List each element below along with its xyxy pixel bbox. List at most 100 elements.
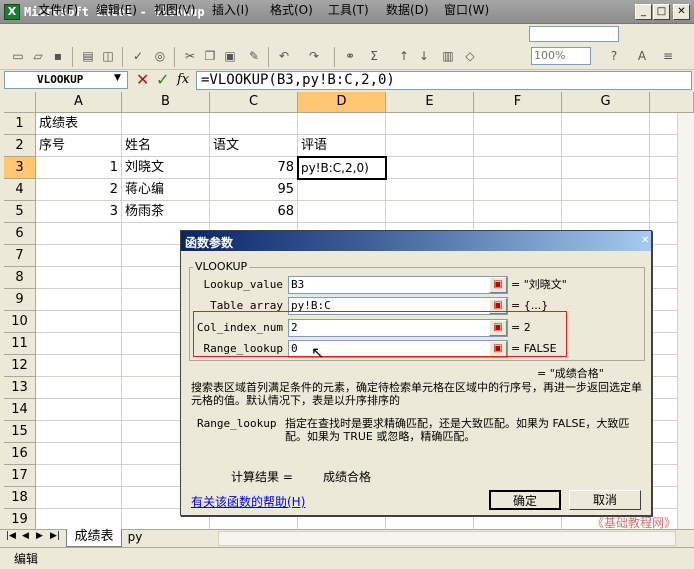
row-header[interactable]: 19 <box>4 509 36 529</box>
column-header[interactable]: B <box>122 92 210 113</box>
save-icon[interactable]: ▪ <box>50 48 66 64</box>
autosum-icon[interactable]: Σ <box>366 48 382 64</box>
row-header[interactable]: 1 <box>4 113 36 135</box>
minimize-button[interactable]: _ <box>635 4 652 20</box>
print-icon[interactable]: ▤ <box>80 48 96 64</box>
menu-tools[interactable]: 工具(T) <box>328 2 369 18</box>
row-header[interactable]: 4 <box>4 179 36 201</box>
dialog-close-icon[interactable]: ✕ <box>641 235 649 246</box>
cancel-formula-icon[interactable]: ✕ <box>136 70 149 89</box>
vertical-scrollbar[interactable] <box>677 113 694 529</box>
column-header[interactable]: A <box>36 92 122 113</box>
column-header[interactable]: F <box>474 92 562 113</box>
dialog-title-bar[interactable] <box>181 231 651 251</box>
insert-function-icon[interactable]: fx <box>177 72 189 87</box>
row-header[interactable]: 12 <box>4 355 36 377</box>
open-icon[interactable]: ▱ <box>30 48 46 64</box>
row-header[interactable]: 9 <box>4 289 36 311</box>
menu-edit[interactable]: 编辑(E) <box>96 2 137 18</box>
column-header[interactable]: G <box>562 92 650 113</box>
excel-app-icon[interactable]: X <box>4 4 20 20</box>
formula-input[interactable]: =VLOOKUP(B3,py!B:C,2,0) <box>196 71 692 90</box>
redo-icon[interactable]: ↷ <box>306 48 322 64</box>
font-color-icon[interactable]: A <box>634 48 650 64</box>
cell-a1[interactable]: 成绩表 <box>39 113 78 135</box>
cell-c4[interactable]: 95 <box>210 179 297 201</box>
next-sheet-icon[interactable]: ▶ <box>36 531 43 541</box>
cell-d2[interactable]: 评语 <box>301 135 327 157</box>
select-all-corner[interactable] <box>4 92 36 113</box>
cell-b5[interactable]: 杨雨茶 <box>125 201 164 223</box>
sheet-tab-active[interactable]: 成绩表 <box>66 529 122 547</box>
row-header[interactable]: 7 <box>4 245 36 267</box>
cell-a4[interactable]: 2 <box>36 179 121 201</box>
column-header-selected[interactable]: D <box>298 92 386 113</box>
row-header[interactable]: 14 <box>4 399 36 421</box>
sort-descending-icon[interactable]: ↓ <box>416 48 432 64</box>
row-header[interactable]: 8 <box>4 267 36 289</box>
menu-data[interactable]: 数据(D) <box>386 2 429 18</box>
last-sheet-icon[interactable]: ▶| <box>50 531 60 541</box>
drawing-icon[interactable]: ◇ <box>462 48 478 64</box>
menu-format[interactable]: 格式(O) <box>270 2 313 18</box>
menu-insert[interactable]: 插入(I) <box>212 2 249 18</box>
row-header[interactable]: 5 <box>4 201 36 223</box>
spelling-icon[interactable]: ✓ <box>130 48 146 64</box>
cut-icon[interactable]: ✂ <box>182 48 198 64</box>
format-painter-icon[interactable]: ✎ <box>246 48 262 64</box>
row-header[interactable]: 18 <box>4 487 36 509</box>
cell-b4[interactable]: 蒋心编 <box>125 179 164 201</box>
zoom-select[interactable]: 100% <box>531 47 591 65</box>
column-header[interactable]: C <box>210 92 298 113</box>
chevron-down-icon[interactable]: ▼ <box>114 73 121 83</box>
enter-formula-icon[interactable]: ✓ <box>156 70 169 89</box>
help-icon[interactable]: ? <box>606 48 622 64</box>
menu-view[interactable]: 视图(V) <box>154 2 196 18</box>
row-header[interactable]: 17 <box>4 465 36 487</box>
row-header[interactable]: 13 <box>4 377 36 399</box>
new-icon[interactable]: ▭ <box>10 48 26 64</box>
copy-icon[interactable]: ❐ <box>202 48 218 64</box>
row-header[interactable]: 11 <box>4 333 36 355</box>
prev-sheet-icon[interactable]: ◀ <box>22 531 29 541</box>
sort-ascending-icon[interactable]: ↑ <box>396 48 412 64</box>
row-header[interactable]: 16 <box>4 443 36 465</box>
column-header[interactable] <box>650 92 694 113</box>
horizontal-scrollbar[interactable] <box>218 531 676 546</box>
cancel-button[interactable]: 取消 <box>569 490 641 510</box>
sheet-tab-py[interactable]: py <box>122 529 148 546</box>
undo-icon[interactable]: ↶ <box>276 48 292 64</box>
lookup-value-input[interactable]: B3 <box>288 276 508 294</box>
row-header[interactable]: 10 <box>4 311 36 333</box>
help-search-input[interactable] <box>529 26 619 42</box>
print-preview-icon[interactable]: ◫ <box>100 48 116 64</box>
menu-window[interactable]: 窗口(W) <box>444 2 489 18</box>
name-box[interactable]: VLOOKUP <box>4 71 128 89</box>
row-header[interactable]: 2 <box>4 135 36 157</box>
cell-b3[interactable]: 刘晓文 <box>125 157 164 179</box>
collapse-dialog-icon[interactable]: ▣ <box>489 277 507 293</box>
paste-icon[interactable]: ▣ <box>222 48 238 64</box>
close-button[interactable]: ✕ <box>673 4 690 20</box>
function-help-link[interactable]: 有关该函数的帮助(H) <box>191 493 305 510</box>
cell-c5[interactable]: 68 <box>210 201 297 223</box>
cell-a5[interactable]: 3 <box>36 201 121 223</box>
column-header[interactable]: E <box>386 92 474 113</box>
research-icon[interactable]: ◎ <box>152 48 168 64</box>
cell-a3[interactable]: 1 <box>36 157 121 179</box>
first-sheet-icon[interactable]: |◀ <box>6 531 16 541</box>
hyperlink-icon[interactable]: ⚭ <box>342 48 358 64</box>
row-header[interactable]: 15 <box>4 421 36 443</box>
ok-button[interactable]: 确定 <box>489 490 561 510</box>
cell-c3[interactable]: 78 <box>210 157 297 179</box>
row-header-selected[interactable]: 3 <box>4 157 36 179</box>
cell-c2[interactable]: 语文 <box>213 135 239 157</box>
active-cell-d3[interactable]: py!B:C,2,0) <box>297 156 387 180</box>
cell-a2[interactable]: 序号 <box>39 135 65 157</box>
restore-button[interactable]: □ <box>653 4 670 20</box>
row-header[interactable]: 6 <box>4 223 36 245</box>
cell-b2[interactable]: 姓名 <box>125 135 151 157</box>
chart-wizard-icon[interactable]: ▥ <box>440 48 456 64</box>
align-icon[interactable]: ≡ <box>660 48 676 64</box>
menu-file[interactable]: 文件(F) <box>38 2 78 18</box>
